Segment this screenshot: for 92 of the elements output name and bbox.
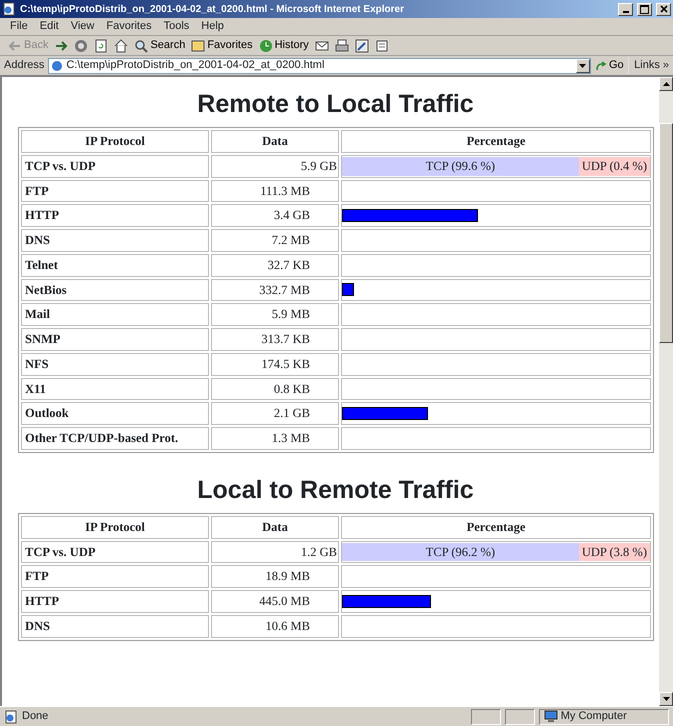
table-cell: HTTP [21,204,209,227]
menu-item[interactable]: Edit [40,18,59,35]
column-header: Percentage [341,130,651,153]
clock-icon [258,38,273,52]
table-cell: Outlook [21,402,209,425]
tcp-share: TCP (96.2 %) [342,542,579,562]
table-cell: 7.2 MB [211,229,339,252]
page-icon [4,710,18,724]
table-cell: NetBios [21,278,209,302]
stop-icon[interactable] [74,38,88,52]
arrow-icon [594,60,607,72]
minimize-button[interactable] [618,2,633,16]
table-cell: 10.6 MB [211,614,339,638]
zone-text: My Computer [560,709,627,724]
udp-share: UDP (3.8 %) [578,542,650,562]
caret-icon [662,697,670,701]
scroll-thumb[interactable] [659,123,673,343]
refresh-icon[interactable] [94,38,108,52]
menu-item[interactable]: Help [201,18,224,35]
scrollbar[interactable] [659,77,673,706]
search-button[interactable]: Search [134,37,186,54]
home-icon[interactable] [114,38,128,52]
table-cell: SNMP [21,328,209,351]
udp-share: UDP (0.4 %) [578,156,650,176]
table-cell: 313.7 KB [211,328,339,351]
close-icon [660,5,668,13]
table-cell: 1.3 MB [211,427,339,450]
table-cell: 5.9 MB [211,303,339,326]
table-cell: 445.0 MB [211,590,339,613]
column-header: Data [211,516,339,538]
table-cell: 111.3 MB [211,180,339,202]
search-icon [134,38,148,52]
table-cell: 2.1 GB [211,402,339,425]
address-field[interactable]: C:\temp\ipProtoDistrib_on_2001-04-02_at_0200.html [48,58,591,74]
table-cell: DNS [21,229,209,252]
status-text: Done [22,709,48,724]
folder-icon [191,38,206,52]
table-cell: 18.9 MB [211,565,339,588]
table-cell: 5.9 GB [211,154,339,178]
table-cell: Mail [21,303,209,326]
table-cell: 1.2 GB [211,540,339,564]
column-header: IP Protocol [21,130,209,153]
edit-icon[interactable] [354,38,369,52]
table-cell: Telnet [21,254,209,276]
table-cell: FTP [21,180,209,202]
menu-item[interactable]: Favorites [106,18,152,35]
column-header: Data [211,130,339,153]
dropdown-button[interactable] [576,58,590,72]
links-button[interactable]: Links » [628,57,669,74]
table-cell: TCP vs. UDP [21,540,209,564]
table-cell: DNS [21,614,209,638]
printer-icon[interactable] [334,38,349,52]
table-cell: 3.4 GB [211,204,339,227]
table-cell: NFS [21,352,209,376]
close-button[interactable] [656,2,671,16]
table-cell: X11 [21,378,209,400]
caret-icon [662,82,670,86]
go-button[interactable]: Go [594,57,624,74]
scroll-down-button[interactable] [659,692,673,706]
table-cell: HTTP [21,590,209,613]
caret-icon [579,64,586,68]
table-cell: 32.7 KB [211,254,339,276]
computer-icon [544,710,558,723]
status-pane [505,708,535,724]
tcp-share: TCP (99.6 %) [342,156,579,176]
table-cell: FTP [21,565,209,588]
table-cell: 0.8 KB [211,378,339,400]
table-cell: Other TCP/UDP-based Prot. [21,427,209,450]
page-icon [51,60,64,72]
menu-item[interactable]: View [70,18,94,35]
back-arrow-icon [8,38,22,52]
section-heading: Local to Remote Traffic [196,474,475,506]
menu-item[interactable]: File [10,18,28,35]
status-pane [471,708,501,724]
page-icon [2,2,16,16]
favorites-button[interactable]: Favorites [191,37,253,54]
scroll-up-button[interactable] [659,77,673,91]
menu-item[interactable]: Tools [164,18,190,35]
forward-arrow-icon[interactable] [54,38,68,52]
table-cell: 332.7 MB [211,278,339,302]
table-cell: TCP vs. UDP [21,154,209,178]
maximize-button[interactable] [637,2,652,16]
column-header: IP Protocol [21,516,209,538]
document-icon[interactable] [374,38,389,52]
history-button[interactable]: History [258,37,309,54]
column-header: Percentage [341,516,651,538]
table-cell: 174.5 KB [211,352,339,376]
envelope-icon[interactable] [314,38,329,52]
window-title: C:\temp\ipProtoDistrib_on_2001-04-02_at_0200.html - Microsoft Internet Explorer [20,2,405,16]
section-heading: Remote to Local Traffic [196,89,475,120]
address-label: Address [4,58,44,74]
maximize-icon [640,4,649,14]
